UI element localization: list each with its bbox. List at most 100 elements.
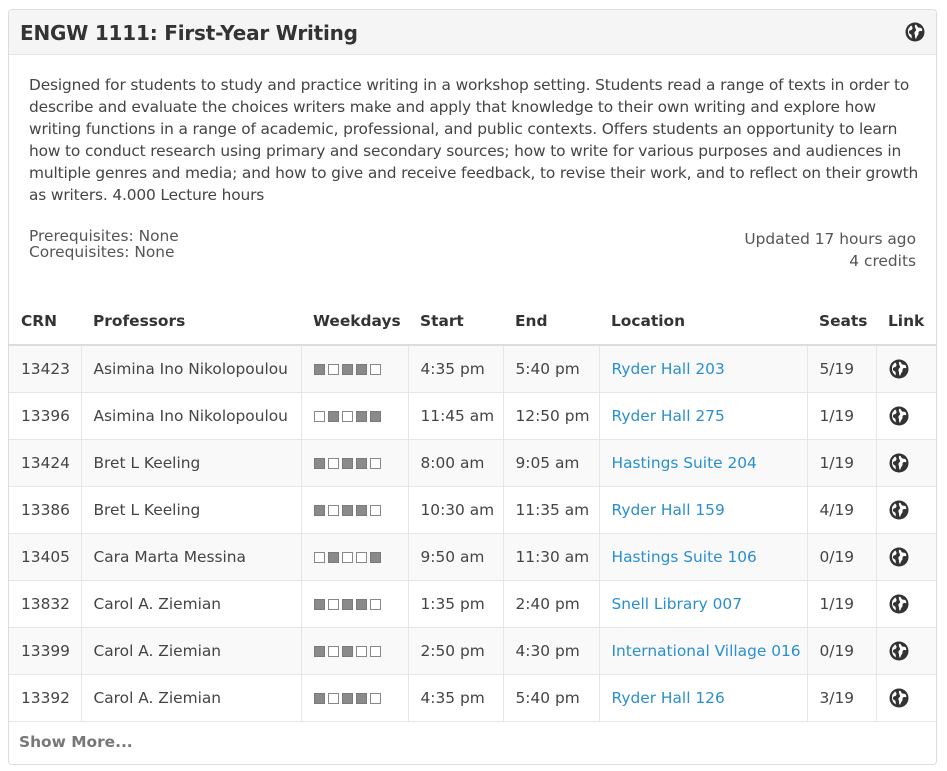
seats-cell: 1/19	[807, 392, 877, 440]
location-link[interactable]: Ryder Hall 126	[612, 689, 725, 707]
location-cell: Hastings Suite 106	[599, 533, 808, 581]
seats-cell: 1/19	[807, 580, 877, 628]
crn-cell: 13405	[9, 533, 82, 581]
header-seats: Seats	[807, 298, 876, 346]
seats-cell: 4/19	[807, 486, 877, 534]
link-cell	[876, 392, 936, 440]
location-link[interactable]: Hastings Suite 106	[612, 548, 757, 566]
end-cell: 11:30 am	[503, 533, 600, 581]
corequisites: Corequisites: None	[29, 243, 175, 261]
weekday-box	[341, 504, 353, 516]
globe-icon[interactable]	[889, 641, 909, 661]
globe-icon[interactable]	[889, 406, 909, 426]
header-location: Location	[599, 298, 807, 346]
header-crn: CRN	[9, 298, 81, 346]
course-title: ENGW 1111: First-Year Writing	[20, 21, 358, 45]
weekday-box	[369, 363, 381, 375]
weekday-box	[369, 504, 381, 516]
weekday-box	[327, 692, 339, 704]
location-cell: Ryder Hall 203	[599, 345, 808, 393]
link-cell	[876, 674, 936, 722]
professor-cell: Carol A. Ziemian	[81, 627, 302, 675]
link-cell	[876, 533, 936, 581]
end-cell: 12:50 pm	[503, 392, 600, 440]
table-row: 13832 Carol A. Ziemian 1:35 pm 2:40 pm Snell…	[9, 580, 936, 628]
weekday-box	[341, 551, 353, 563]
globe-icon[interactable]	[889, 688, 909, 708]
table-row: 13405 Cara Marta Messina 9:50 am 11:30 am Ha…	[9, 533, 936, 581]
weekday-indicator	[313, 363, 381, 375]
show-more-link[interactable]: Show More...	[19, 733, 133, 751]
weekdays-cell	[301, 392, 409, 440]
weekday-indicator	[313, 457, 381, 469]
table-row: 13399 Carol A. Ziemian 2:50 pm 4:30 pm Inter…	[9, 627, 936, 675]
end-cell: 2:40 pm	[503, 580, 600, 628]
weekday-box	[369, 551, 381, 563]
globe-icon[interactable]	[889, 594, 909, 614]
crn-cell: 13392	[9, 674, 82, 722]
professor-cell: Cara Marta Messina	[81, 533, 302, 581]
table-row: 13392 Carol A. Ziemian 4:35 pm 5:40 pm Ryder…	[9, 674, 936, 722]
header-link: Link	[876, 298, 936, 346]
location-link[interactable]: Ryder Hall 159	[612, 501, 725, 519]
weekday-indicator	[313, 598, 381, 610]
weekday-box	[355, 363, 367, 375]
credits: 4 credits	[849, 252, 916, 270]
weekday-box	[341, 598, 353, 610]
weekday-box	[313, 692, 325, 704]
link-cell	[876, 439, 936, 487]
end-cell: 11:35 am	[503, 486, 600, 534]
weekday-box	[355, 645, 367, 657]
start-cell: 11:45 am	[408, 392, 504, 440]
weekdays-cell	[301, 627, 409, 675]
weekday-box	[355, 504, 367, 516]
globe-icon[interactable]	[889, 547, 909, 567]
end-cell: 9:05 am	[503, 439, 600, 487]
globe-icon[interactable]	[889, 453, 909, 473]
start-cell: 10:30 am	[408, 486, 504, 534]
start-cell: 4:35 pm	[408, 674, 504, 722]
weekday-box	[327, 363, 339, 375]
crn-cell: 13423	[9, 345, 82, 393]
location-link[interactable]: International Village 016	[612, 642, 801, 660]
weekday-box	[327, 598, 339, 610]
location-link[interactable]: Snell Library 007	[612, 595, 743, 613]
end-cell: 4:30 pm	[503, 627, 600, 675]
table-row: 13386 Bret L Keeling 10:30 am 11:35 am Ryder…	[9, 486, 936, 534]
weekday-indicator	[313, 504, 381, 516]
professor-cell: Carol A. Ziemian	[81, 580, 302, 628]
table-row: 13424 Bret L Keeling 8:00 am 9:05 am Hasting…	[9, 439, 936, 487]
location-link[interactable]: Hastings Suite 204	[612, 454, 757, 472]
globe-icon[interactable]	[889, 500, 909, 520]
weekday-box	[327, 551, 339, 563]
seats-cell: 3/19	[807, 674, 877, 722]
weekdays-cell	[301, 580, 409, 628]
course-description: Designed for students to study and pract…	[29, 76, 919, 204]
weekday-box	[369, 645, 381, 657]
weekday-box	[313, 551, 325, 563]
sections-table: CRN Professors Weekdays Start End Locati…	[9, 298, 936, 722]
weekdays-cell	[301, 439, 409, 487]
globe-icon[interactable]	[889, 359, 909, 379]
crn-cell: 13424	[9, 439, 82, 487]
table-row: 13423 Asimina Ino Nikolopoulou 4:35 pm 5:40…	[9, 345, 936, 393]
header-end: End	[503, 298, 599, 346]
weekday-box	[313, 457, 325, 469]
updated-time: Updated 17 hours ago	[744, 230, 916, 248]
weekdays-cell	[301, 674, 409, 722]
seats-cell: 1/19	[807, 439, 877, 487]
weekday-box	[341, 363, 353, 375]
panel-header: ENGW 1111: First-Year Writing	[9, 10, 936, 55]
location-cell: Snell Library 007	[599, 580, 808, 628]
weekday-box	[355, 457, 367, 469]
location-link[interactable]: Ryder Hall 275	[612, 407, 725, 425]
professor-cell: Asimina Ino Nikolopoulou	[81, 392, 302, 440]
globe-icon[interactable]	[905, 22, 925, 42]
weekday-box	[313, 645, 325, 657]
location-link[interactable]: Ryder Hall 203	[612, 360, 725, 378]
seats-cell: 0/19	[807, 533, 877, 581]
location-cell: Ryder Hall 126	[599, 674, 808, 722]
weekday-box	[327, 504, 339, 516]
start-cell: 1:35 pm	[408, 580, 504, 628]
weekday-box	[341, 692, 353, 704]
